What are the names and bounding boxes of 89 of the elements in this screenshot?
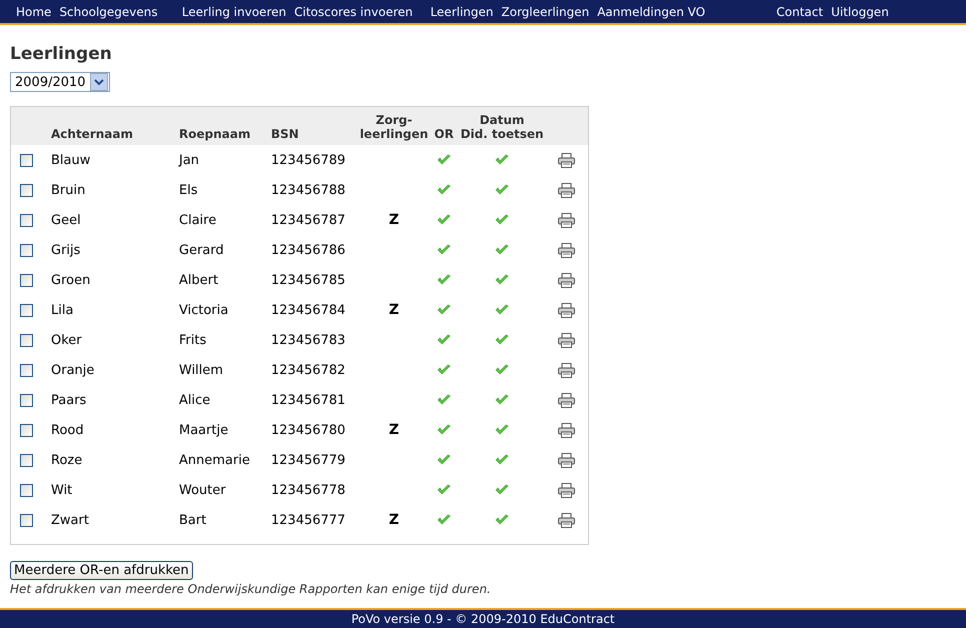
print-multiple-button[interactable]: Meerdere OR-en afdrukken [10,561,193,580]
year-select[interactable]: 2009/2010 [10,72,110,92]
table-cell-text: 123456782 [271,362,346,378]
printer-icon[interactable] [558,212,575,228]
table-cell-text: Oranje [51,362,96,378]
row-checkbox[interactable] [20,244,33,256]
nav-link[interactable]: Home [16,4,52,18]
nav-link[interactable]: Schoolgegevens [59,4,158,18]
page-title: Leerlingen [10,44,112,64]
table-cell-text: Zwart [51,512,90,528]
row-checkbox[interactable] [20,214,33,226]
table-cell-text: Maartje [179,422,230,438]
table-cell-text: Claire [179,212,218,228]
table-cell-text: Lila [51,302,74,318]
zorg-marker: Z [388,512,400,528]
table-cell-text: 123456786 [271,242,346,258]
table-cell-text: 123456785 [271,272,346,288]
table-cell-text: Rood [51,422,85,438]
table-cell-text: Annemarie [179,452,251,468]
table-cell-text: 123456784 [271,302,346,318]
table-cell-text: Wouter [179,482,227,498]
row-checkbox[interactable] [20,394,33,406]
nav-link[interactable]: Leerlingen [430,4,494,18]
printer-icon[interactable] [558,152,575,168]
printer-icon[interactable] [558,362,575,378]
table-cell-text: 123456783 [271,332,346,348]
table-cell-text: Els [179,182,199,198]
row-checkbox[interactable] [20,304,33,316]
column-header: Zorg- leerlingen [359,113,429,141]
zorg-marker: Z [388,302,400,318]
table-cell-text: Alice [179,392,212,408]
table-cell-text: Geel [51,212,82,228]
row-checkbox[interactable] [20,514,33,526]
table-cell-text: Willem [179,362,224,378]
column-header: Achternaam [51,127,134,141]
table-cell-text: Victoria [179,302,230,318]
table-cell-text: 123456778 [271,482,346,498]
printer-icon[interactable] [558,512,575,528]
table-cell-text: Bruin [51,182,86,198]
zorg-marker: Z [388,212,400,228]
printer-icon[interactable] [558,392,575,408]
row-checkbox[interactable] [20,424,33,436]
row-checkbox[interactable] [20,274,33,286]
row-checkbox[interactable] [20,364,33,376]
table-cell-text: Bart [179,512,208,528]
table-cell-text: Gerard [179,242,225,258]
table-cell-text: Frits [179,332,208,348]
column-header: Roepnaam [179,127,252,141]
printer-icon[interactable] [558,242,575,258]
printer-icon[interactable] [558,272,575,288]
printer-icon[interactable] [558,482,575,498]
row-checkbox[interactable] [20,334,33,346]
table-cell-text: Grijs [51,242,82,258]
printer-icon[interactable] [558,332,575,348]
printer-icon[interactable] [558,422,575,438]
column-header: Datum Did. toetsen [459,113,545,141]
table-cell-text: 123456780 [271,422,346,438]
nav-link[interactable]: Aanmeldingen VO [597,4,706,18]
column-header: OR [433,127,455,141]
column-header: BSN [271,127,300,141]
table-cell-text: 123456777 [271,512,346,528]
row-checkbox[interactable] [20,184,33,196]
zorg-marker: Z [388,422,400,438]
table-cell-text: Albert [179,272,220,288]
print-note: Het afdrukken van meerdere Onderwijskundige Rapporten kan enige tijd duren. [10,582,492,596]
table-cell-text: 123456788 [271,182,346,198]
table-cell-text: 123456787 [271,212,346,228]
nav-link[interactable]: Uitloggen [831,4,889,18]
table-cell-text: 123456789 [271,152,346,168]
row-checkbox[interactable] [20,454,33,466]
nav-link[interactable]: Citoscores invoeren [294,4,413,18]
table-cell-text: Paars [51,392,88,408]
printer-icon[interactable] [558,452,575,468]
printer-icon[interactable] [558,182,575,198]
row-checkbox[interactable] [20,154,33,166]
table-cell-text: Jan [179,152,200,168]
nav-link[interactable]: Zorgleerlingen [501,4,590,18]
table-cell-text: Oker [51,332,83,348]
table-cell-text: 123456779 [271,452,346,468]
row-checkbox[interactable] [20,484,33,496]
table-cell-text: Wit [51,482,74,498]
printer-icon[interactable] [558,302,575,318]
table-cell-text: Blauw [51,152,92,168]
table-cell-text: Roze [51,452,84,468]
nav-link[interactable]: Contact [776,4,824,18]
table-cell-text: Groen [51,272,92,288]
table-cell-text: 123456781 [271,392,346,408]
nav-link[interactable]: Leerling invoeren [182,4,286,18]
footer-bar: PoVo versie 0.9 - © 2009-2010 EduContract [0,608,966,628]
